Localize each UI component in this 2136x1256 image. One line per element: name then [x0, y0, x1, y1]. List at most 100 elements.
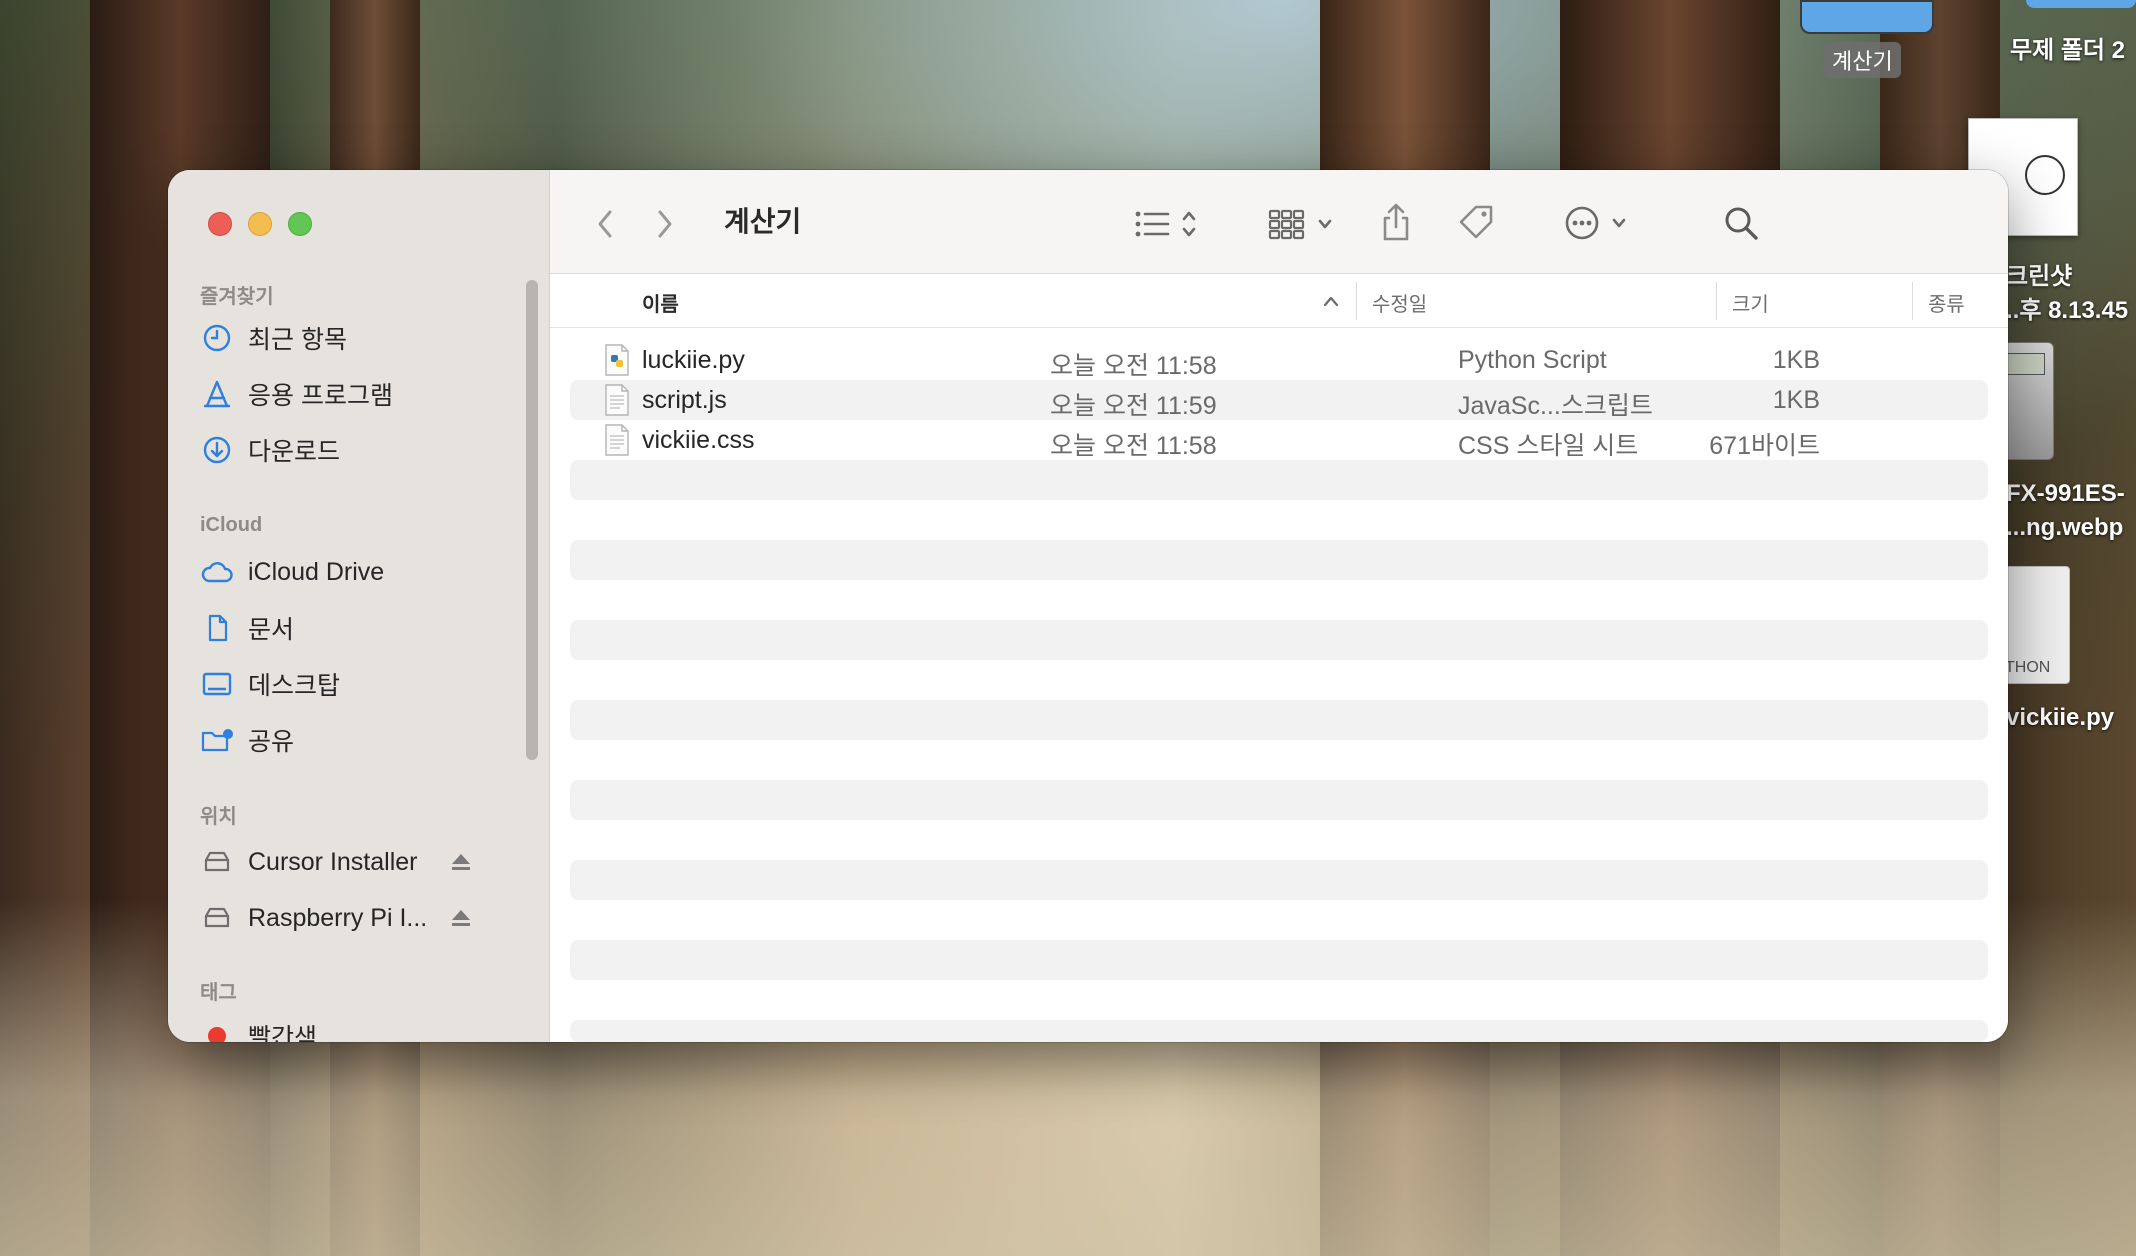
file-name: luckiie.py — [642, 346, 745, 374]
drive-icon — [200, 845, 234, 879]
finder-content: 계산기 이름 수정일 크기 종류 luckiie.py 오늘 오전 11:58 … — [550, 170, 2008, 1042]
desktop-item-label-untitled-folder[interactable]: 무제 폴더 2 — [2010, 30, 2125, 65]
sidebar-item-raspberry-pi[interactable]: Raspberry Pi I... — [200, 898, 427, 938]
empty-row — [570, 700, 1988, 740]
sidebar-item-label: Raspberry Pi I... — [248, 903, 428, 932]
list-view-icon[interactable] — [1130, 204, 1210, 244]
desktop-item-label-calculator[interactable]: 계산기 — [1824, 42, 1901, 78]
file-size: 1KB — [1772, 346, 1820, 374]
zoom-button[interactable] — [288, 212, 312, 236]
column-divider[interactable] — [1356, 282, 1357, 320]
sidebar-section-favorites: 즐겨찾기 — [200, 286, 274, 308]
empty-row — [570, 1020, 1988, 1042]
sidebar-section-tags: 태그 — [200, 982, 237, 1004]
empty-row — [570, 460, 1988, 500]
sidebar-item-icloud-drive[interactable]: iCloud Drive — [200, 552, 384, 592]
sidebar-item-applications[interactable]: 응용 프로그램 — [200, 374, 393, 414]
file-modified: 오늘 오전 11:59 — [1050, 392, 1217, 420]
cloud-icon — [200, 555, 234, 589]
file-modified: 오늘 오전 11:58 — [1050, 432, 1217, 460]
sidebar-item-label: 공유 — [248, 728, 295, 756]
sidebar-item-downloads[interactable]: 다운로드 — [200, 430, 340, 470]
desktop-item-label-fx991[interactable]: FX-991ES- — [2006, 480, 2125, 508]
forward-chevron-icon[interactable] — [650, 204, 680, 244]
toolbar: 계산기 — [550, 170, 2008, 274]
file-modified: 오늘 오전 11:58 — [1050, 352, 1217, 380]
shared-folder-icon — [200, 723, 234, 757]
more-actions-icon[interactable] — [1562, 202, 1642, 244]
file-size: 1KB — [1772, 386, 1820, 414]
sidebar-item-label: 문서 — [248, 616, 295, 644]
column-header-size[interactable]: 크기 — [1732, 288, 1769, 317]
empty-row — [570, 860, 1988, 900]
sidebar: 즐겨찾기 최근 항목 응용 프로그램 다운로드 iCloud iCloud Dr… — [168, 170, 550, 1042]
download-icon — [200, 433, 234, 467]
sidebar-item-tag-red[interactable]: 빨간색 — [200, 1016, 317, 1042]
file-kind: JavaSc...스크립트 — [1458, 392, 1653, 420]
tag-icon[interactable] — [1456, 202, 1498, 244]
close-button[interactable] — [208, 212, 232, 236]
python-file-icon — [605, 344, 629, 376]
file-kind: Python Script — [1458, 346, 1607, 374]
css-file-icon — [605, 424, 629, 456]
eject-icon[interactable] — [450, 851, 472, 873]
back-chevron-icon[interactable] — [590, 204, 620, 244]
empty-row — [570, 780, 1988, 820]
desktop-icon — [200, 667, 234, 701]
sidebar-section-locations: 위치 — [200, 806, 237, 828]
file-name: script.js — [642, 386, 727, 414]
window-title: 계산기 — [724, 206, 802, 237]
sidebar-item-label: 데스크탑 — [248, 672, 341, 700]
finder-window: 즐겨찾기 최근 항목 응용 프로그램 다운로드 iCloud iCloud Dr… — [168, 170, 2008, 1042]
file-size: 671바이트 — [1709, 432, 1820, 460]
minimize-button[interactable] — [248, 212, 272, 236]
empty-row — [570, 940, 1988, 980]
desktop-item-label-screenshot-time[interactable]: ..후 8.13.45 — [2006, 290, 2128, 325]
file-name: vickiie.css — [642, 426, 755, 454]
file-row[interactable]: luckiie.py 오늘 오전 11:58 1KB Python Script — [570, 340, 1988, 380]
python-file-badge: THON — [2005, 659, 2051, 676]
sidebar-item-label: 다운로드 — [248, 438, 341, 466]
column-divider[interactable] — [1912, 282, 1913, 320]
column-header-modified[interactable]: 수정일 — [1372, 288, 1427, 317]
clock-icon — [200, 321, 234, 355]
column-header-name[interactable]: 이름 — [642, 288, 679, 317]
js-file-icon — [605, 384, 629, 416]
sidebar-item-documents[interactable]: 문서 — [200, 608, 294, 648]
desktop-folder-icon[interactable] — [1800, 0, 1934, 34]
sidebar-item-desktop[interactable]: 데스크탑 — [200, 664, 340, 704]
tag-red-icon — [200, 1019, 234, 1042]
share-icon[interactable] — [1378, 200, 1414, 244]
sidebar-item-cursor-installer[interactable]: Cursor Installer — [200, 842, 418, 882]
file-row[interactable]: vickiie.css 오늘 오전 11:58 671바이트 CSS 스타일 시… — [570, 420, 1988, 460]
python-file-desktop-icon[interactable]: THON — [1998, 566, 2070, 684]
sidebar-section-icloud: iCloud — [200, 514, 263, 536]
empty-row — [570, 540, 1988, 580]
desktop-folder-icon[interactable] — [2026, 0, 2136, 8]
group-grid-icon[interactable] — [1264, 204, 1344, 244]
calculator-screen-icon — [2005, 353, 2045, 375]
sidebar-item-label: 응용 프로그램 — [248, 382, 393, 410]
search-icon[interactable] — [1720, 202, 1762, 244]
column-header-bar: 이름 수정일 크기 종류 — [550, 274, 2008, 328]
column-divider[interactable] — [1716, 282, 1717, 320]
desktop-item-label-screenshot[interactable]: 크린샷 — [2006, 256, 2072, 291]
sort-ascending-icon[interactable] — [1322, 294, 1340, 308]
file-kind: CSS 스타일 시트 — [1458, 432, 1639, 460]
desktop-item-label-vickiie-py[interactable]: vickiie.py — [2006, 704, 2114, 732]
file-row[interactable]: script.js 오늘 오전 11:59 1KB JavaSc...스크립트 — [570, 380, 1988, 420]
sidebar-item-label: iCloud Drive — [248, 557, 385, 586]
sidebar-item-shared[interactable]: 공유 — [200, 720, 294, 760]
applications-icon — [200, 377, 234, 411]
column-header-kind[interactable]: 종류 — [1928, 288, 1965, 317]
desktop-item-label-webp[interactable]: ...ng.webp — [2006, 514, 2123, 542]
sketch-icon — [2025, 155, 2065, 195]
sidebar-item-recents[interactable]: 최근 항목 — [200, 318, 347, 358]
sidebar-scrollbar[interactable] — [526, 280, 538, 760]
document-icon — [200, 611, 234, 645]
empty-row — [570, 620, 1988, 660]
sidebar-item-label: 빨간색 — [248, 1024, 318, 1042]
eject-icon[interactable] — [450, 907, 472, 929]
sidebar-item-label: Cursor Installer — [248, 847, 418, 876]
sidebar-item-label: 최근 항목 — [248, 326, 347, 354]
